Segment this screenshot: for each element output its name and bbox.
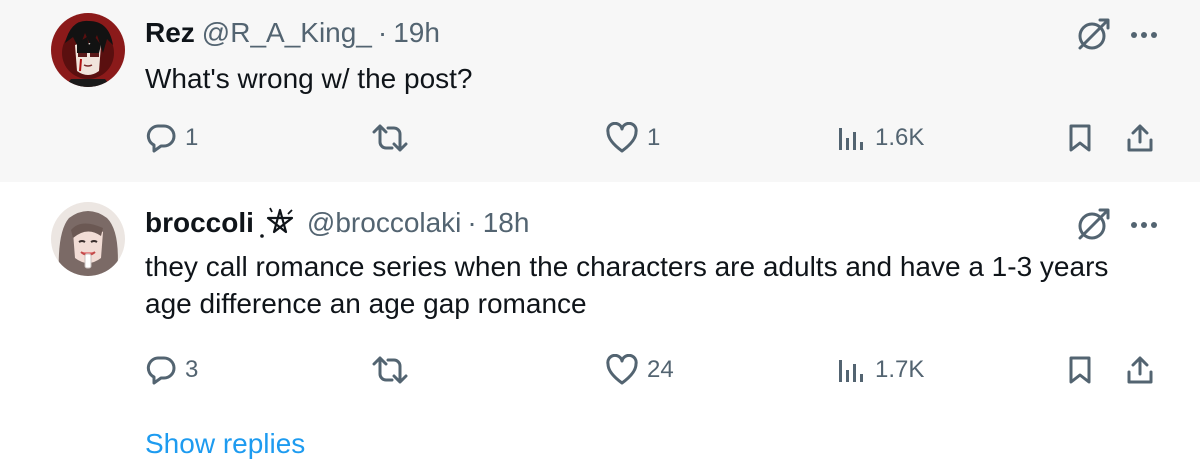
bookmark-icon — [1069, 356, 1091, 384]
views-button[interactable]: 1.7K — [835, 354, 924, 386]
timestamp[interactable]: 18h — [483, 207, 530, 239]
share-icon — [1127, 124, 1153, 152]
tweet-broccoli[interactable]: broccoli @broccolaki · 18h they call rom… — [0, 182, 1200, 443]
views-icon — [839, 128, 863, 150]
pentagram-icon — [258, 206, 300, 240]
tweet-header: broccoli @broccolaki · 18h — [145, 206, 529, 240]
reply-button[interactable]: 3 — [145, 354, 198, 386]
tweet-text: they call romance series when the charac… — [145, 251, 1109, 319]
tweet-rez[interactable]: Rez @R_A_King_ · 19h What's wrong w/ the… — [0, 0, 1200, 182]
timestamp[interactable]: 19h — [393, 17, 440, 49]
reply-icon — [146, 124, 176, 153]
like-button[interactable]: 1 — [605, 122, 660, 154]
avatar[interactable] — [51, 202, 125, 276]
reply-button[interactable]: 1 — [145, 122, 198, 154]
user-handle[interactable]: @R_A_King_ — [202, 17, 372, 49]
views-icon — [839, 360, 863, 382]
more-icon[interactable] — [1128, 209, 1160, 241]
display-name[interactable]: broccoli — [145, 207, 254, 239]
tweet-top-icons — [1076, 18, 1160, 52]
separator-dot: · — [377, 17, 388, 48]
display-name[interactable]: Rez — [145, 17, 195, 49]
like-count: 1 — [647, 124, 661, 151]
views-count: 1.6K — [875, 124, 925, 151]
reply-count: 1 — [185, 124, 199, 151]
like-icon — [606, 122, 638, 153]
like-button[interactable]: 24 — [605, 354, 674, 386]
like-icon — [606, 354, 638, 385]
retweet-button[interactable] — [370, 354, 418, 386]
like-count: 24 — [647, 356, 674, 383]
views-count: 1.7K — [875, 356, 925, 383]
reply-count: 3 — [185, 356, 199, 383]
retweet-icon — [372, 356, 408, 384]
retweet-icon — [372, 124, 408, 152]
user-handle[interactable]: @broccolaki — [307, 207, 461, 239]
share-button[interactable] — [1124, 122, 1156, 154]
reply-icon — [146, 356, 176, 385]
tweet-top-icons — [1076, 208, 1160, 242]
show-replies-link[interactable]: Show replies — [145, 428, 305, 460]
bookmark-button[interactable] — [1066, 354, 1094, 386]
bookmark-button[interactable] — [1066, 122, 1094, 154]
tweet-text: What's wrong w/ the post? — [145, 63, 473, 94]
share-icon — [1127, 356, 1153, 384]
retweet-button[interactable] — [370, 122, 418, 154]
bookmark-icon — [1069, 124, 1091, 152]
avatar[interactable] — [51, 13, 125, 87]
views-button[interactable]: 1.6K — [835, 122, 924, 154]
more-icon[interactable] — [1128, 19, 1160, 51]
tweet-header: Rez @R_A_King_ · 19h — [145, 17, 440, 49]
grok-icon[interactable] — [1076, 208, 1110, 242]
grok-icon[interactable] — [1076, 18, 1110, 52]
share-button[interactable] — [1124, 354, 1156, 386]
separator-dot: · — [467, 207, 477, 238]
